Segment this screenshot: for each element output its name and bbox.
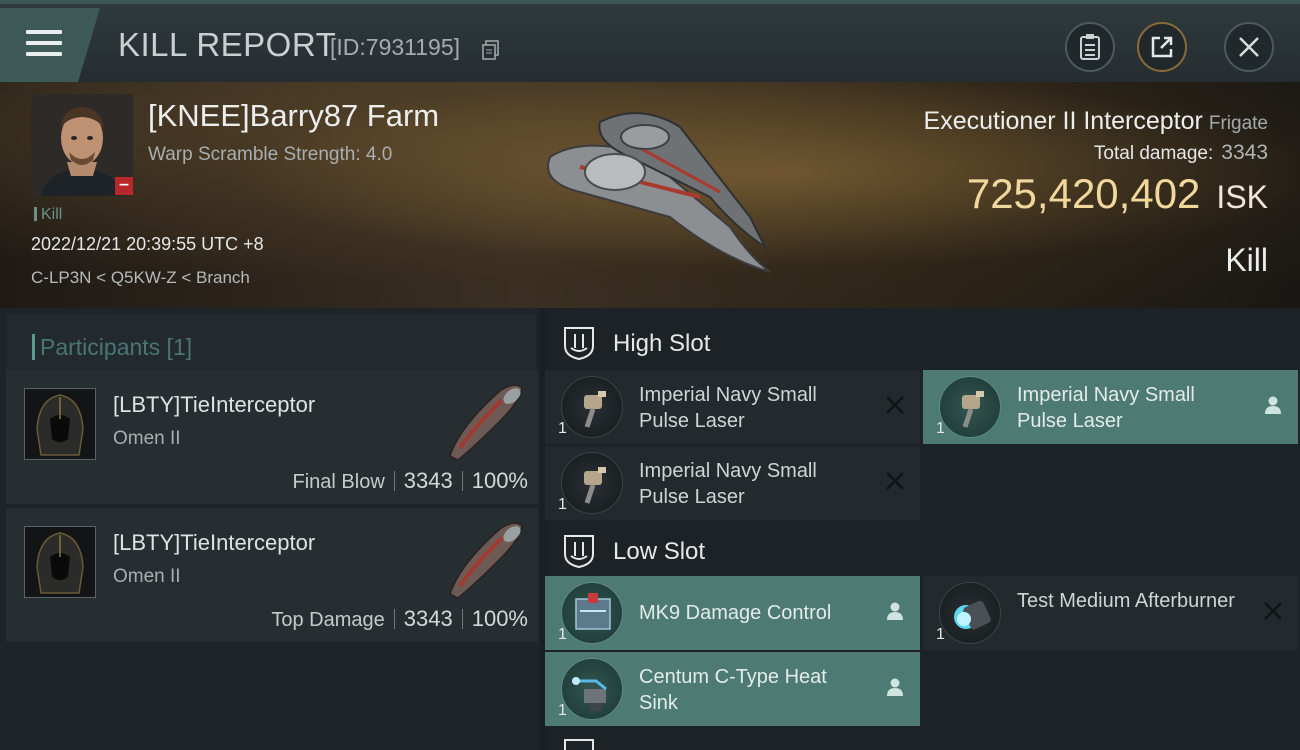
participant-avatar <box>24 388 96 460</box>
participant-row[interactable]: [LBTY]TieInterceptor Omen II Final Blow 3… <box>6 370 538 504</box>
laser-icon <box>561 452 623 514</box>
module-item[interactable]: 1 Test Medium Afterburner <box>923 576 1298 650</box>
module-name: MK9 Damage Control <box>639 602 832 624</box>
status-badge: − <box>115 177 133 195</box>
menu-icon <box>26 30 62 63</box>
participant-ship-image <box>449 522 523 599</box>
participant-ship: Omen II <box>113 428 181 449</box>
person-icon <box>887 678 903 696</box>
mid-slot-icon <box>564 739 594 750</box>
low-slot-label: Low Slot <box>613 538 706 565</box>
participant-percent: 100% <box>471 468 528 493</box>
close-button[interactable] <box>1224 22 1274 72</box>
ship-image[interactable] <box>520 97 780 277</box>
participant-stats: Top Damage 3343 100% <box>271 606 528 632</box>
low-slot-header: Low Slot <box>545 520 1300 580</box>
menu-button[interactable] <box>0 8 100 82</box>
share-icon <box>1151 36 1173 58</box>
mid-slot-header <box>545 732 1300 750</box>
page-title: KILL REPORT <box>118 26 337 63</box>
person-icon <box>1265 396 1281 414</box>
participant-ship-image <box>449 384 523 461</box>
destroyed-icon <box>1264 602 1282 620</box>
participant-damage: 3343 <box>403 468 453 493</box>
module-quantity: 1 <box>558 496 567 513</box>
participant-row[interactable]: [LBTY]TieInterceptor Omen II Top Damage 3… <box>6 508 538 642</box>
module-name: Imperial Navy Small Pulse Laser <box>1017 384 1195 432</box>
participants-header: Participants [1] <box>6 314 536 372</box>
participant-ship: Omen II <box>113 566 181 587</box>
module-item[interactable]: 1 Imperial Navy Small Pulse Laser <box>923 370 1298 444</box>
participants-panel: Participants [1] [LBTY]TieInterceptor Om… <box>0 308 540 750</box>
share-button[interactable] <box>1137 22 1187 72</box>
participant-percent: 100% <box>471 606 528 631</box>
module-name: Imperial Navy Small Pulse Laser <box>639 460 817 508</box>
close-icon <box>1239 37 1259 57</box>
participant-name: [LBTY]TieInterceptor <box>113 530 316 555</box>
module-item[interactable]: 1 Imperial Navy Small Pulse Laser <box>545 446 920 520</box>
destroyed-icon <box>886 396 904 414</box>
module-item[interactable]: 1 Imperial Navy Small Pulse Laser <box>545 370 920 444</box>
fitting-panel: High Slot 1 Imperial Navy Small Pulse La… <box>545 308 1300 750</box>
high-slot-label: High Slot <box>613 330 711 357</box>
total-damage: Total damage: 3343 <box>1094 141 1268 165</box>
ship-type: Executioner II Interceptor <box>923 107 1203 135</box>
total-damage-value: 3343 <box>1221 141 1268 164</box>
module-quantity: 1 <box>558 702 567 719</box>
module-name: Test Medium Afterburner <box>1017 590 1235 612</box>
participant-stats: Final Blow 3343 100% <box>293 468 529 494</box>
module-quantity: 1 <box>558 626 567 643</box>
person-icon <box>887 602 903 620</box>
participant-avatar <box>24 526 96 598</box>
laser-icon <box>939 376 1001 438</box>
ship-name[interactable]: Executioner II Interceptor Frigate <box>924 107 1268 136</box>
copy-icon[interactable] <box>482 40 500 60</box>
isk-value: 725,420,402 ISK <box>967 170 1268 218</box>
high-slot-header: High Slot <box>545 312 1300 372</box>
isk-unit: ISK <box>1216 179 1268 215</box>
module-item[interactable]: 1 MK9 Damage Control <box>545 576 920 650</box>
participant-role: Final Blow <box>292 471 385 493</box>
module-quantity: 1 <box>936 420 945 437</box>
participant-damage: 3343 <box>403 606 453 631</box>
heat-sink-icon <box>561 658 623 720</box>
warp-scramble-strength: Warp Scramble Strength: 4.0 <box>148 144 393 165</box>
high-slot-icon <box>564 327 594 360</box>
result-label: Kill <box>1225 242 1268 278</box>
module-name: Centum C-Type Heat Sink <box>639 666 827 714</box>
laser-icon <box>561 376 623 438</box>
kill-timestamp: 2022/12/21 20:39:55 UTC +8 <box>31 234 264 254</box>
victim-name[interactable]: [KNEE]Barry87 Farm <box>148 98 439 134</box>
report-id: [ID:7931195] <box>330 34 461 60</box>
victim-summary: − [KNEE]Barry87 Farm Warp Scramble Stren… <box>0 82 1300 308</box>
module-item[interactable]: 1 Centum C-Type Heat Sink <box>545 652 920 726</box>
total-damage-label: Total damage: <box>1093 143 1214 164</box>
module-quantity: 1 <box>558 420 567 437</box>
low-slot-icon <box>564 535 594 568</box>
isk-amount: 725,420,402 <box>966 170 1201 217</box>
kill-tag: Kill <box>34 206 62 224</box>
participant-role: Top Damage <box>271 609 385 631</box>
module-quantity: 1 <box>936 626 945 643</box>
clipboard-button[interactable] <box>1065 22 1115 72</box>
participants-title: Participants [1] <box>31 334 193 360</box>
afterburner-icon <box>939 582 1001 644</box>
destroyed-icon <box>886 472 904 490</box>
top-bar: KILL REPORT [ID:7931195] <box>0 0 1300 82</box>
kill-location[interactable]: C-LP3N < Q5KW-Z < Branch <box>31 268 250 288</box>
ship-class: Frigate <box>1208 113 1268 134</box>
clipboard-icon <box>1080 34 1100 60</box>
module-name: Imperial Navy Small Pulse Laser <box>639 384 817 432</box>
participant-name: [LBTY]TieInterceptor <box>113 392 316 417</box>
damage-control-icon <box>561 582 623 644</box>
